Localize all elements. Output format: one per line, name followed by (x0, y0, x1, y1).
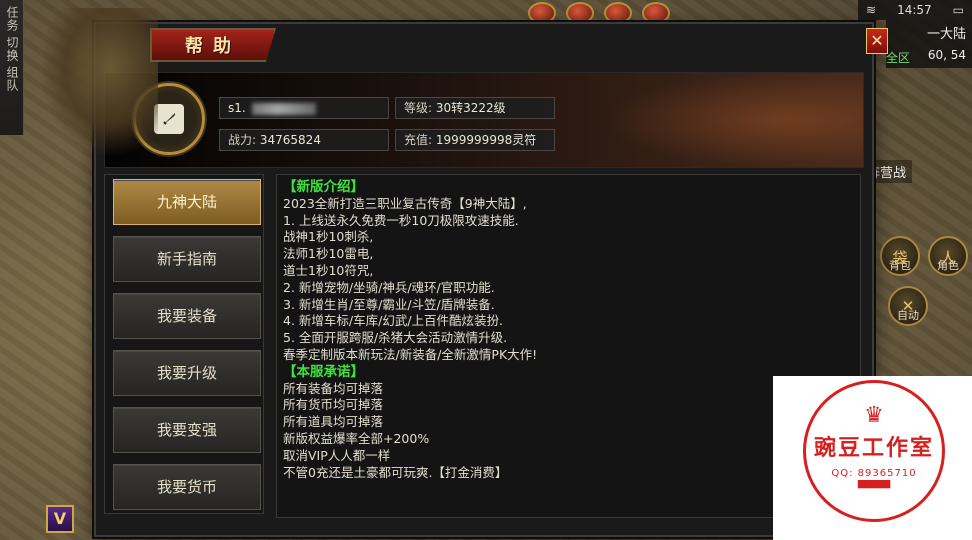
crown-icon: ♛ (864, 402, 884, 428)
content-line: 4. 新增车标/车库/幻武/上百件酷炫装扮. (283, 313, 504, 329)
content-line: 2023全新打造三职业复古传奇【9神大陆】, (283, 195, 527, 211)
content-line: 5. 全面开服跨服/杀猪大会活动激情升级. (283, 330, 508, 346)
character-button[interactable]: 人 角色 (928, 236, 968, 276)
watermark-qq: QQ: 89365710 (831, 467, 917, 479)
watermark-base-icon: ▀▀▀ (857, 480, 891, 497)
redacted-name (251, 102, 316, 115)
content-line: 2. 新增宠物/坐骑/神兵/魂环/官职功能. (283, 279, 495, 295)
level-label: 等级: (404, 101, 433, 115)
vip-icon[interactable]: V (46, 505, 74, 533)
content-line: 春季定制版本新玩法/新装备/全新激情PK大作! (283, 346, 538, 362)
content-line: 3. 新增生肖/至尊/霸业/斗笠/盾牌装备. (283, 296, 495, 312)
bag-button[interactable]: 袋 背包 (880, 236, 920, 276)
content-line: 新版权益爆率全部+200% (283, 430, 430, 446)
power-field: 战力: 34765824 (219, 129, 389, 151)
content-line: 所有货币均可掉落 (283, 397, 384, 413)
dragon-ornament (38, 8, 158, 158)
watermark-brand: 豌豆工作室 (813, 435, 934, 461)
help-menu: 九神大陆 新手指南 我要装备 我要升级 我要变强 我要货币 (104, 174, 264, 514)
left-side-strip: 任务 切换 组队 (0, 0, 24, 135)
character-icon: 人 (940, 249, 956, 267)
menu-item-equipment[interactable]: 我要装备 (113, 293, 261, 339)
dialog-title-plate: 帮助 (150, 28, 276, 62)
player-name-field: s1. (219, 97, 389, 119)
help-dialog: s1. 等级: 30转3222级 战力: 34765824 充值: 199999… (94, 22, 874, 537)
level-value: 30转3222级 (435, 101, 506, 115)
map-name: 一大陆 (926, 27, 966, 42)
content-line: 所有装备均可掉落 (283, 380, 384, 396)
recharge-field: 充值: 1999999998灵符 (395, 129, 555, 151)
auto-icon: ✕ (901, 297, 915, 315)
content-line: 所有道具均可掉落 (283, 414, 384, 430)
player-name: s1. (228, 101, 246, 115)
recharge-value: 1999999998灵符 (435, 133, 537, 147)
level-field: 等级: 30转3222级 (395, 97, 555, 119)
close-button[interactable]: ✕ (866, 28, 888, 54)
side-tab-task[interactable]: 任务 (5, 6, 19, 32)
hud-orb-icon[interactable] (566, 2, 594, 24)
watermark-stamp: ♛ 豌豆工作室 QQ: 89365710 ▀▀▀ (803, 380, 945, 522)
player-header: s1. 等级: 30转3222级 战力: 34765824 充值: 199999… (104, 72, 864, 168)
auto-button[interactable]: ✕ 自动 (888, 286, 928, 326)
content-line: 战神1秒10刺杀, (283, 229, 374, 245)
section-title-promise: 【本服承诺】 (283, 363, 364, 380)
content-line: 道士1秒10符咒, (283, 262, 374, 278)
minimap-info[interactable]: 一大陆 60, 54 全区 (886, 20, 972, 68)
clock: 14:57 (897, 3, 932, 17)
zone-label: 全区 (886, 51, 911, 65)
hud-orb-icon[interactable] (604, 2, 632, 24)
content-line: 1. 上线送永久免费一秒10刀极限攻速技能. (283, 212, 519, 228)
content-line: 取消VIP人人都一样 (283, 447, 391, 463)
recharge-label: 充值: (404, 133, 433, 147)
content-line: 法师1秒10雷电, (283, 246, 374, 262)
content-line: 不管0充还是土豪都可玩爽.【打金消费】 (283, 464, 508, 480)
hud-orb-icon[interactable] (642, 2, 670, 24)
status-bar: ≋ 14:57 ▭ (858, 0, 972, 20)
menu-item-level-up[interactable]: 我要升级 (113, 350, 261, 396)
menu-item-currency[interactable]: 我要货币 (113, 464, 261, 510)
side-tab-switch[interactable]: 切换 (5, 36, 19, 62)
wifi-icon: ≋ (866, 3, 877, 17)
side-tab-team[interactable]: 组队 (5, 66, 19, 92)
sword-icon (154, 104, 184, 134)
menu-item-get-stronger[interactable]: 我要变强 (113, 407, 261, 453)
dialog-title: 帮助 (185, 36, 241, 57)
watermark: ♛ 豌豆工作室 QQ: 89365710 ▀▀▀ (773, 376, 972, 540)
power-label: 战力: (228, 133, 257, 147)
menu-item-newbie-guide[interactable]: 新手指南 (113, 236, 261, 282)
hud-orb-icon[interactable] (528, 2, 556, 24)
battery-icon: ▭ (952, 3, 964, 17)
menu-item-nine-gods[interactable]: 九神大陆 (113, 179, 261, 225)
bag-icon: 袋 (892, 249, 908, 267)
power-value: 34765824 (259, 133, 321, 147)
section-title-new-version: 【新版介绍】 (283, 179, 364, 195)
